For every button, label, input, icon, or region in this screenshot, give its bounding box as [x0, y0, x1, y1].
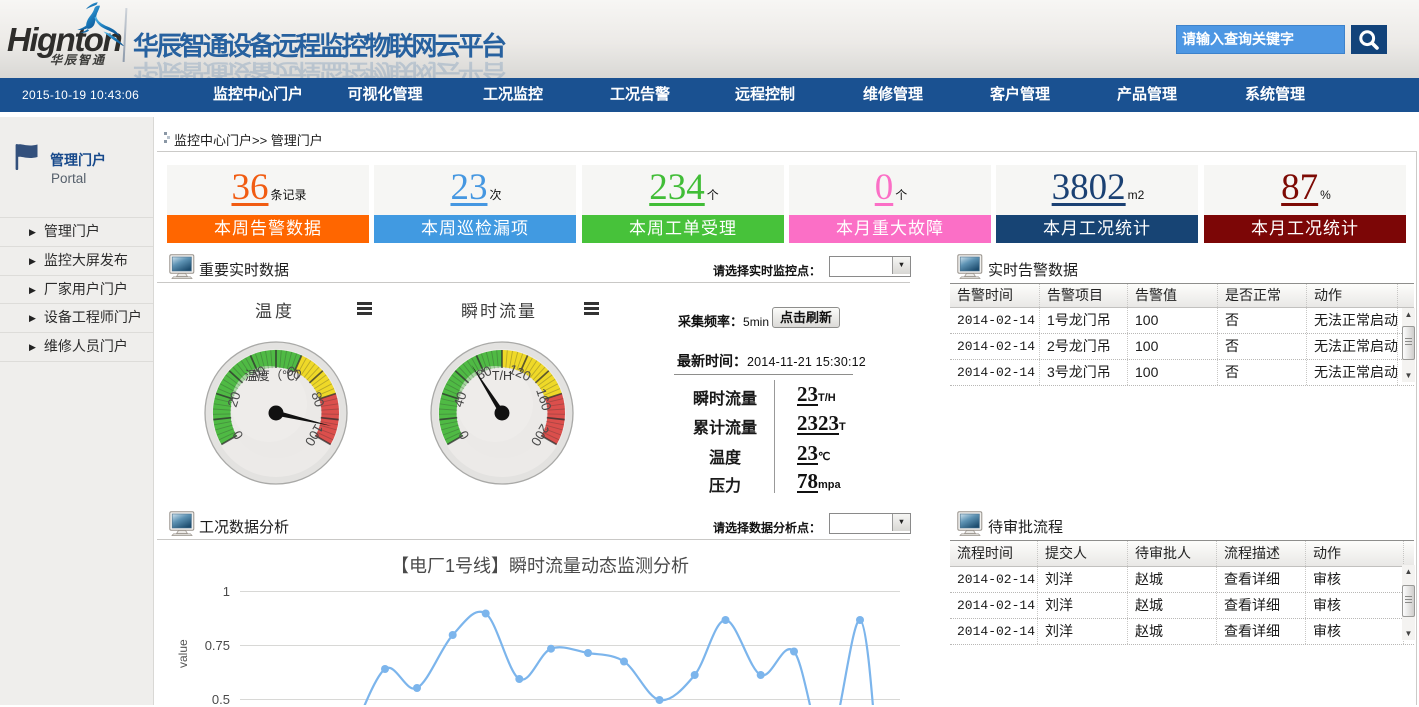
svg-text:T/H: T/H	[492, 369, 512, 383]
svg-text:温度（℃）: 温度（℃）	[245, 368, 308, 383]
